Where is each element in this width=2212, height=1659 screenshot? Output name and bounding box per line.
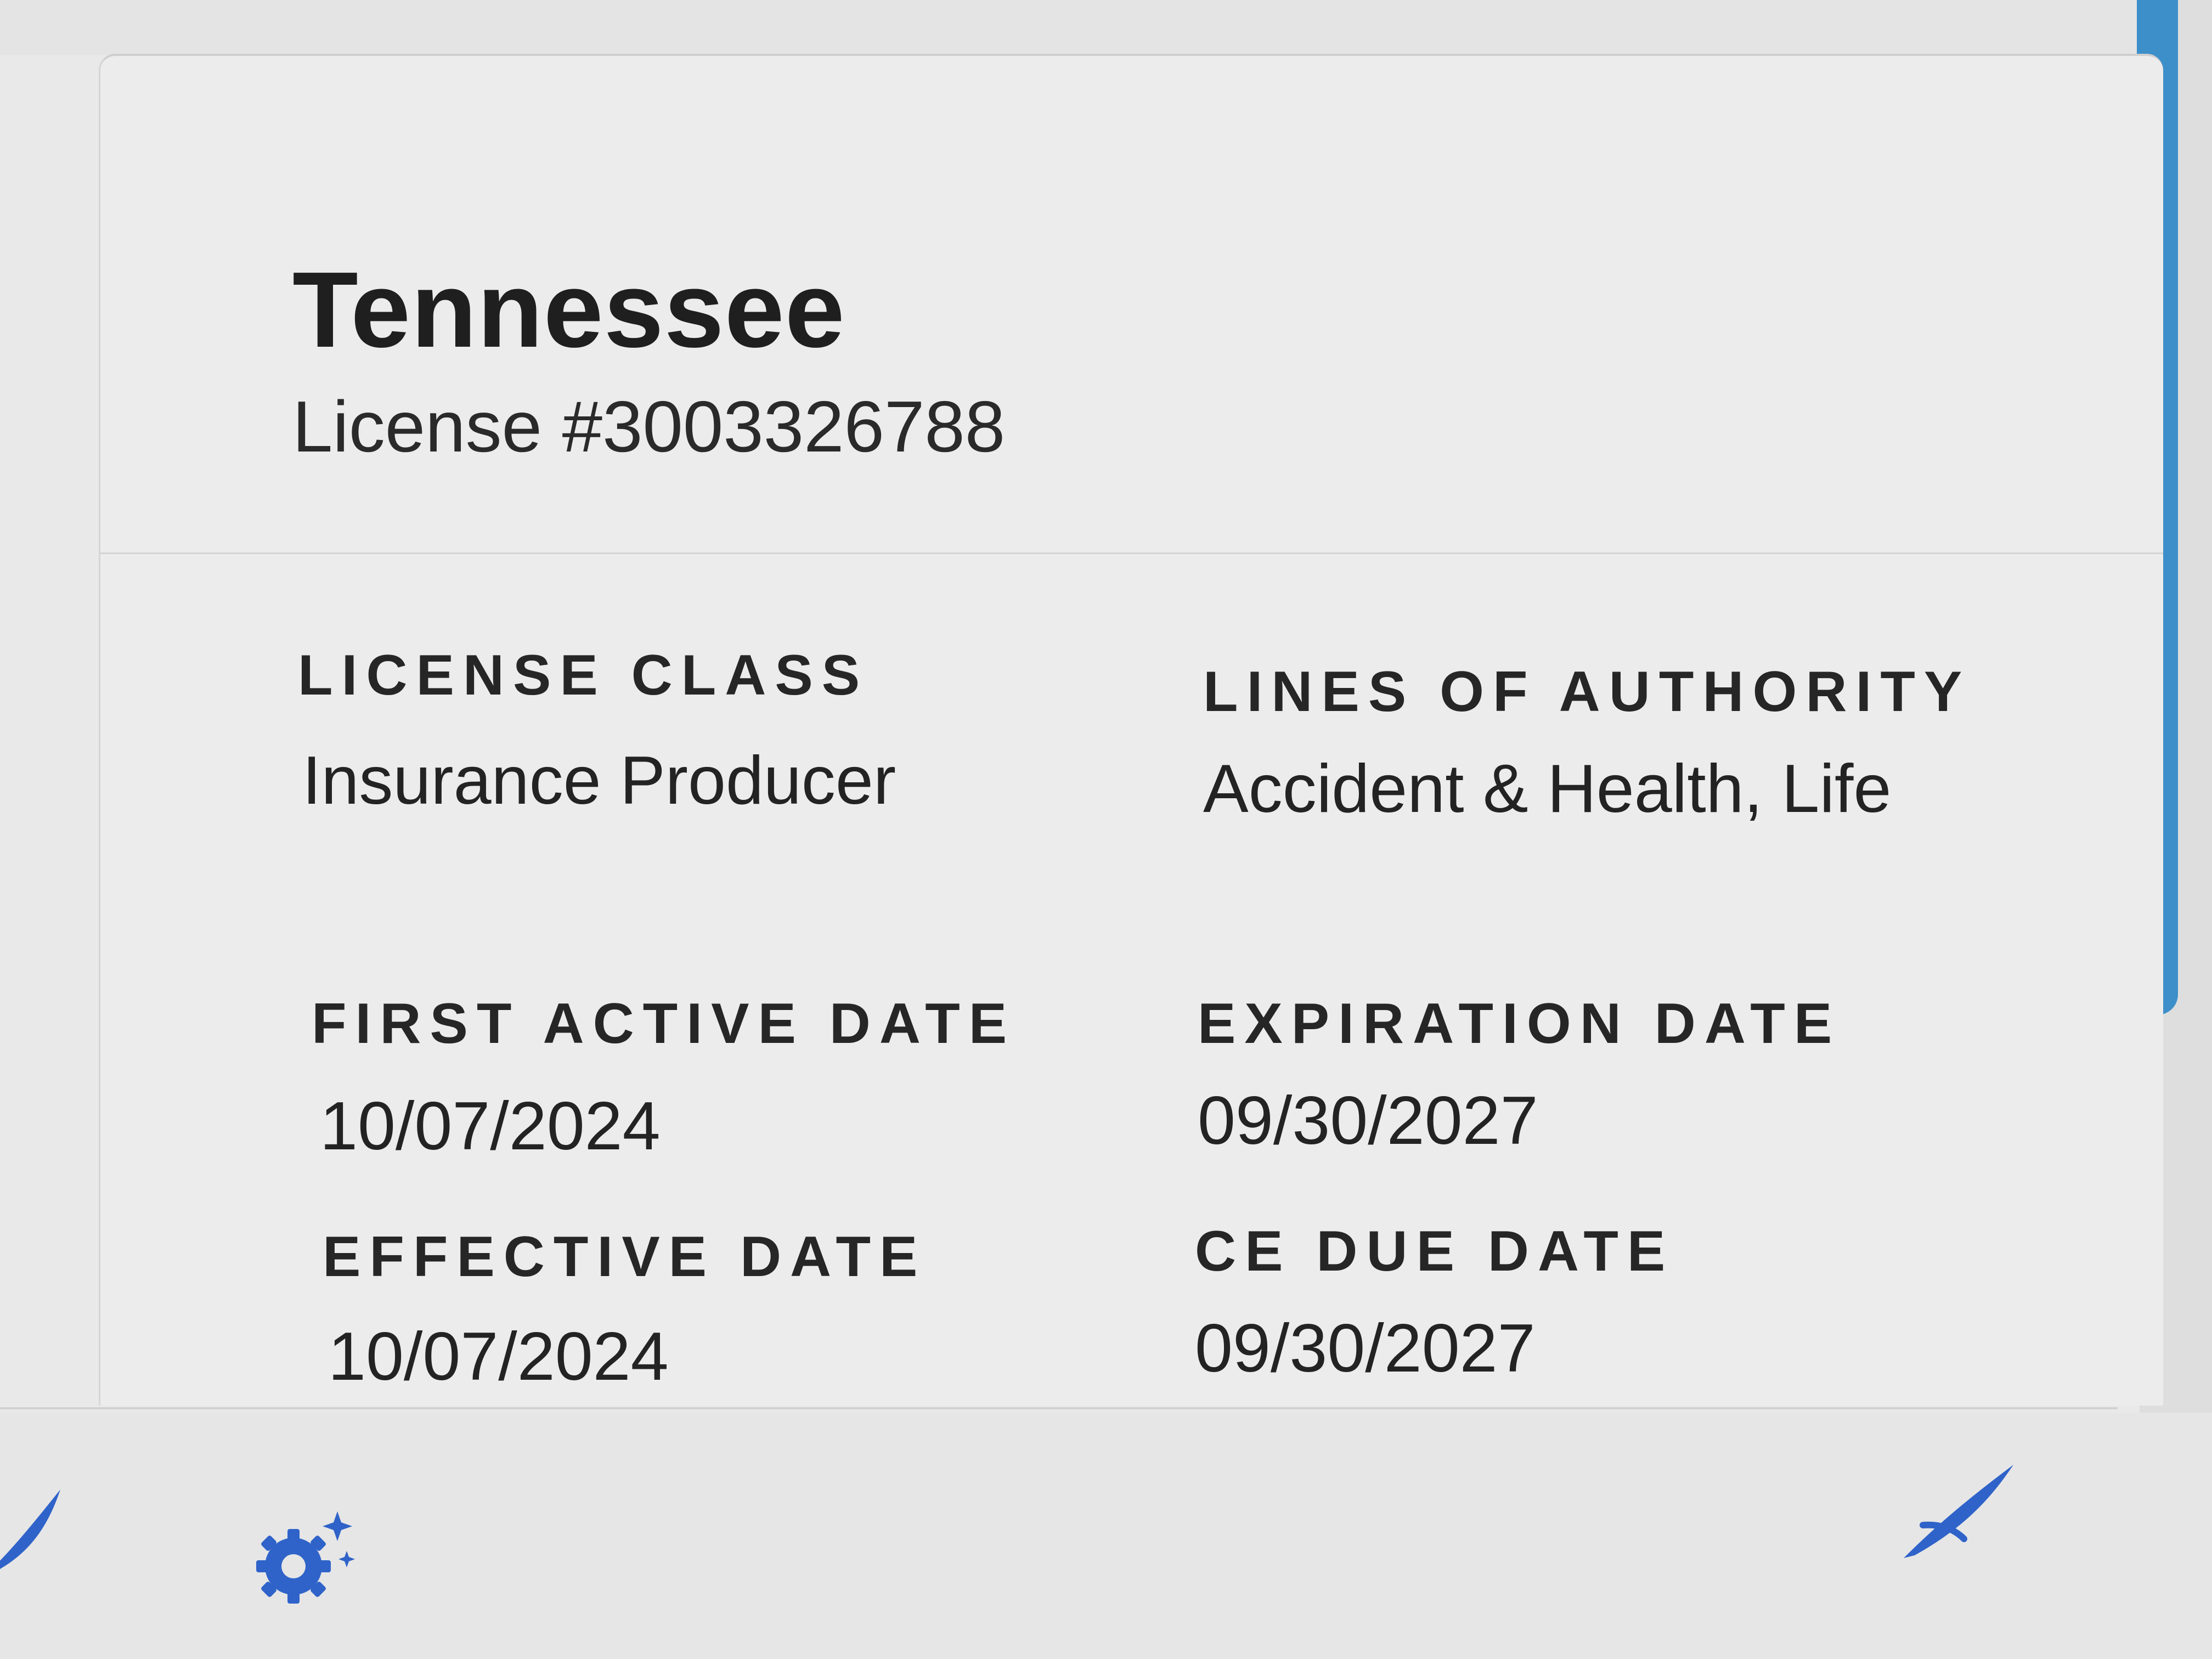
lines-of-authority-value: Accident & Health, Life [1203, 751, 1892, 827]
state-name: Tennessee [292, 250, 845, 370]
gear-sparkle-icon[interactable] [247, 1500, 362, 1616]
license-class-label: LICENSE CLASS [298, 644, 869, 707]
bottom-toolbar [0, 1413, 2212, 1659]
expiration-date-value: 09/30/2027 [1198, 1083, 1538, 1159]
lines-of-authority-label: LINES OF AUTHORITY [1203, 660, 1971, 724]
effective-date-label: EFFECTIVE DATE [323, 1225, 927, 1289]
license-number: License #3003326788 [292, 386, 1006, 467]
ce-due-date-label: CE DUE DATE [1195, 1220, 1674, 1283]
top-bar [0, 0, 2212, 55]
first-active-date-value: 10/07/2024 [320, 1088, 661, 1164]
effective-date-value: 10/07/2024 [328, 1319, 669, 1395]
swoosh-icon[interactable] [1898, 1459, 2019, 1564]
license-class-value: Insurance Producer [302, 743, 896, 819]
license-card: Tennessee License #3003326788 LICENSE CL… [99, 54, 2163, 1406]
ce-due-date-value: 09/30/2027 [1195, 1311, 1536, 1386]
expiration-date-label: EXPIRATION DATE [1198, 992, 1841, 1056]
swoosh-icon[interactable] [0, 1479, 71, 1572]
divider [100, 552, 2163, 554]
bottom-divider [0, 1407, 2118, 1409]
first-active-date-label: FIRST ACTIVE DATE [312, 992, 1016, 1056]
license-details-screen: Tennessee License #3003326788 LICENSE CL… [0, 0, 2212, 1659]
